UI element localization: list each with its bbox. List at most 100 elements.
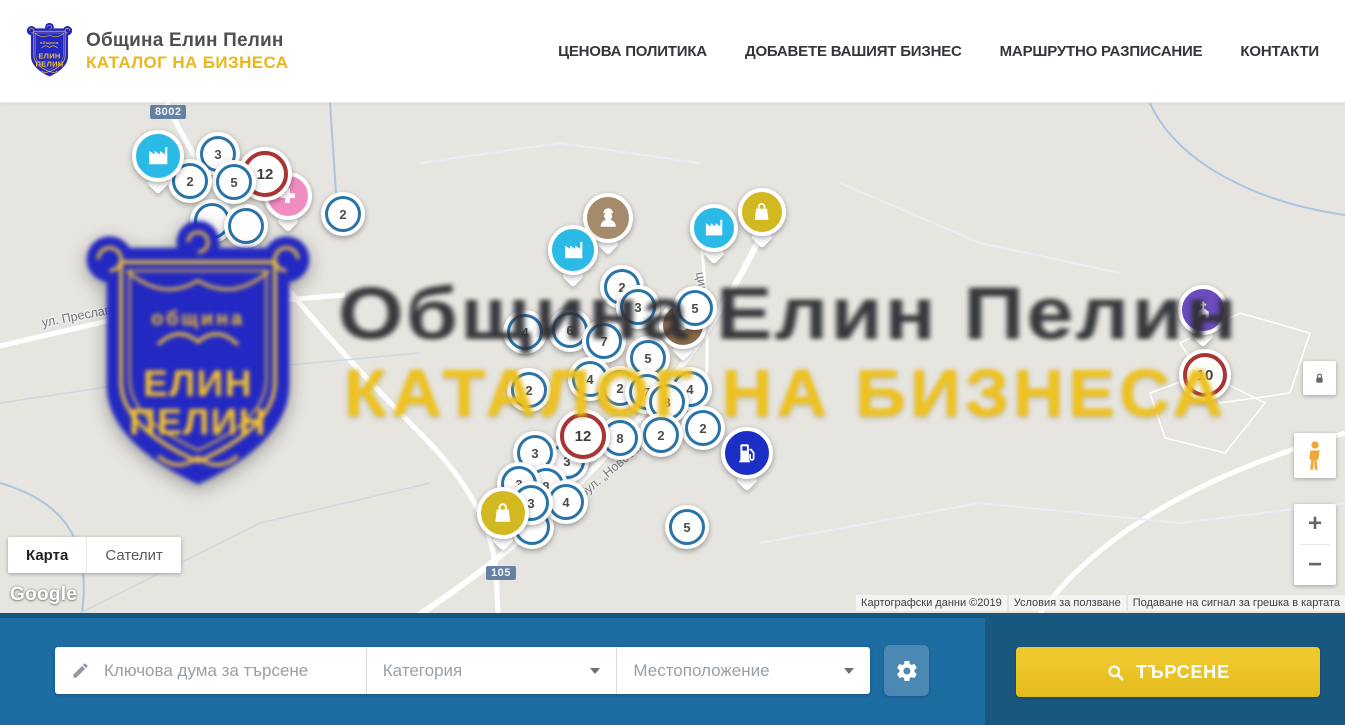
location-select-value: Местоположение: [633, 661, 769, 681]
chevron-down-icon: [844, 668, 854, 674]
site-header: община ЕЛИН ПЕЛИН Община Елин Пелин КАТА…: [0, 0, 1345, 103]
gear-icon: [895, 659, 919, 683]
map-cluster-marker[interactable]: 2: [639, 413, 683, 457]
map-pin-shopping-bag[interactable]: [477, 487, 529, 539]
cluster-count: 2: [339, 207, 346, 222]
main-nav: ЦЕНОВА ПОЛИТИКА ДОБАВЕТЕ ВАШИЯТ БИЗНЕС М…: [558, 43, 1319, 60]
worker-icon: [596, 206, 620, 230]
map-pin-factory[interactable]: [548, 225, 598, 275]
map-pin-shopping-bag[interactable]: [738, 188, 786, 236]
zoom-in-button[interactable]: +: [1294, 504, 1336, 544]
cluster-count: 2: [657, 428, 664, 443]
page: община ЕЛИН ПЕЛИН Община Елин Пелин КАТА…: [0, 0, 1345, 725]
nav-item-add-business[interactable]: ДОБАВЕТЕ ВАШИЯТ БИЗНЕС: [745, 43, 962, 60]
map-cluster-marker[interactable]: 5: [212, 160, 256, 204]
shopping-bag-icon: [490, 500, 516, 526]
cluster-count: 12: [575, 428, 592, 445]
map-cluster-marker[interactable]: 5: [665, 505, 709, 549]
zoom-control: + −: [1294, 504, 1336, 585]
attribution-copyright: Картографски данни ©2019: [856, 595, 1007, 611]
pin-disc: [690, 204, 738, 252]
map-attribution: Картографски данни ©2019 Условия за полз…: [856, 595, 1345, 611]
cluster-count: 2: [525, 383, 532, 398]
map-canvas[interactable]: 8002105ул. Преславбул. „Новоселции 31252…: [0, 103, 1345, 613]
cluster-count: 8: [616, 431, 623, 446]
cluster-count: 3: [634, 300, 641, 315]
map-cluster-marker[interactable]: 10: [1179, 349, 1231, 401]
cluster-count: 5: [691, 301, 698, 316]
cluster-count: 4: [521, 325, 528, 340]
report-error-link[interactable]: Подаване на сигнал за грешка в картата: [1128, 595, 1345, 611]
church-icon: [1191, 298, 1215, 322]
google-logo[interactable]: Google: [10, 584, 77, 606]
pin-disc: [548, 225, 598, 275]
street-name-label: ул. Преслав: [41, 303, 113, 330]
cluster-count: 5: [683, 520, 690, 535]
advanced-settings-button[interactable]: [884, 645, 929, 696]
pin-disc: [132, 130, 184, 182]
cluster-count: 2: [699, 421, 706, 436]
search-form: Категория Местоположение: [55, 647, 870, 694]
terms-link[interactable]: Условия за ползване: [1009, 595, 1126, 611]
map-pin-factory[interactable]: [690, 204, 738, 252]
map-cluster-marker[interactable]: 2: [681, 406, 725, 450]
nav-item-schedule[interactable]: МАРШРУТНО РАЗПИСАНИЕ: [1000, 43, 1203, 60]
location-select[interactable]: Местоположение: [617, 647, 870, 694]
factory-icon: [561, 238, 585, 262]
cluster-count: 4: [562, 495, 569, 510]
map-cluster-marker[interactable]: [224, 204, 268, 248]
pin-disc: [477, 487, 529, 539]
pin-disc: [721, 427, 773, 479]
map-cluster-marker[interactable]: 2: [321, 192, 365, 236]
search-button[interactable]: ТЪРСЕНЕ: [1016, 647, 1320, 697]
pencil-icon: [71, 661, 90, 680]
svg-text:ПЕЛИН: ПЕЛИН: [35, 59, 63, 68]
cluster-count: 7: [600, 334, 607, 349]
map-pin-church[interactable]: [1178, 285, 1228, 335]
road-number-badge: 105: [486, 566, 516, 580]
category-select-value: Категория: [383, 661, 462, 681]
keyword-input[interactable]: [102, 660, 366, 682]
map-type-map-button[interactable]: Карта: [8, 537, 86, 573]
category-select[interactable]: Категория: [367, 647, 617, 694]
fuel-icon: [734, 440, 760, 466]
chevron-down-icon: [590, 668, 600, 674]
map-cluster-marker[interactable]: 4: [503, 310, 547, 354]
cluster-count: 6: [566, 323, 573, 338]
site-logo[interactable]: община ЕЛИН ПЕЛИН Община Елин Пелин КАТА…: [26, 22, 288, 80]
map-cluster-marker[interactable]: 2: [507, 368, 551, 412]
site-title: Община Елин Пелин: [86, 29, 288, 53]
map-type-satellite-button[interactable]: Сателит: [86, 537, 181, 573]
map-pin-factory[interactable]: [132, 130, 184, 182]
map-cluster-marker[interactable]: 5: [673, 286, 717, 330]
shopping-bag-icon: [750, 200, 773, 223]
search-icon: [1106, 663, 1125, 682]
cluster-count: 5: [230, 175, 237, 190]
road-number-badge: 8002: [150, 105, 186, 119]
factory-icon: [145, 143, 171, 169]
map-cluster-marker[interactable]: 12: [556, 409, 610, 463]
factory-icon: [702, 216, 725, 239]
nav-item-contacts[interactable]: КОНТАКТИ: [1240, 43, 1319, 60]
cluster-count: 3: [531, 446, 538, 461]
street-view-pegman-button[interactable]: [1294, 433, 1336, 478]
site-subtitle: КАТАЛОГ НА БИЗНЕСА: [86, 53, 288, 73]
map-type-control: Карта Сателит: [8, 537, 181, 573]
cluster-count: 5: [644, 351, 651, 366]
search-bar: Категория Местоположение ТЪРСЕНЕ: [0, 613, 1345, 725]
cluster-count: 8: [663, 395, 670, 410]
map-cluster-marker[interactable]: 3: [616, 285, 660, 329]
cluster-count: 12: [257, 166, 274, 183]
lock-button[interactable]: [1303, 361, 1336, 395]
cluster-count: 10: [1197, 367, 1214, 384]
nav-item-pricing[interactable]: ЦЕНОВА ПОЛИТИКА: [558, 43, 707, 60]
pegman-icon: [1304, 440, 1326, 472]
cluster-count: 2: [616, 381, 623, 396]
municipality-crest-icon: община ЕЛИН ПЕЛИН: [26, 22, 73, 80]
cluster-count: 3: [214, 147, 221, 162]
zoom-out-button[interactable]: −: [1294, 545, 1336, 585]
cluster-count: 4: [586, 372, 593, 387]
map-pin-fuel[interactable]: [721, 427, 773, 479]
svg-text:община: община: [40, 40, 59, 45]
search-button-label: ТЪРСЕНЕ: [1136, 662, 1230, 683]
